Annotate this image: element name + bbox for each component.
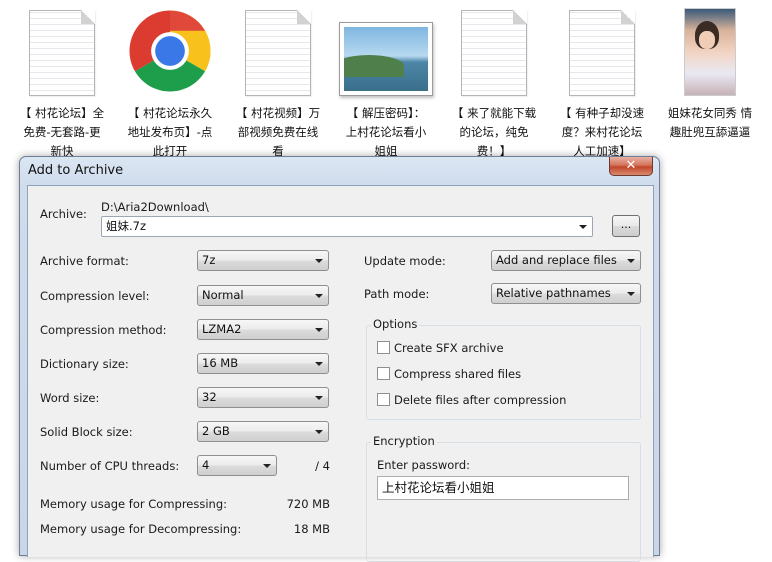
image-thumbnail-icon — [339, 22, 433, 96]
memory-compress-label: Memory usage for Compressing: — [40, 497, 228, 511]
archive-format-select[interactable]: 7z — [197, 250, 329, 271]
path-mode-label: Path mode: — [364, 287, 430, 301]
chevron-down-icon — [627, 259, 635, 263]
cpu-threads-max: / 4 — [315, 459, 330, 473]
close-button[interactable]: ✕ — [609, 157, 653, 176]
chevron-down-icon — [315, 430, 323, 434]
file-item[interactable]: 【 来了就能下载 的论坛，纯免 费！】 — [440, 0, 548, 158]
file-thumbnail — [440, 8, 548, 96]
compression-level-select[interactable]: Normal — [197, 285, 329, 306]
file-item[interactable]: 【 有种子却没速 度？来村花论坛 人工加速】 — [548, 0, 656, 158]
file-item[interactable]: 【 村花论坛】全 免费-无套路-更 新快 — [8, 0, 116, 158]
options-group-title: Options — [371, 317, 420, 331]
compress-shared-checkbox[interactable] — [377, 367, 390, 380]
chevron-down-icon — [315, 294, 323, 298]
text-document-icon — [461, 10, 527, 96]
dictionary-size-select[interactable]: 16 MB — [197, 353, 329, 374]
chevron-down-icon — [263, 464, 271, 468]
encryption-group-title: Encryption — [371, 434, 437, 448]
archive-label: Archive: — [40, 207, 87, 221]
memory-compress-value: 720 MB — [286, 497, 330, 511]
compression-method-label: Compression method: — [40, 323, 167, 337]
file-thumbnail — [116, 8, 224, 96]
file-item[interactable]: 姐妹花女同秀 情 趣肚兜互舔逼逼 — [656, 0, 764, 156]
word-size-label: Word size: — [40, 391, 100, 405]
file-label: 【 村花论坛永久 地址发布页】-点 此打开 — [127, 106, 213, 158]
create-sfx-label[interactable]: Create SFX archive — [394, 341, 504, 355]
archive-directory: D:\Aria2Download\ — [101, 200, 209, 214]
file-thumbnail — [656, 8, 764, 96]
chevron-down-icon — [315, 259, 323, 263]
archive-format-label: Archive format: — [40, 254, 129, 268]
file-label: 【 村花视频】万 部视频免费在线 看 — [235, 106, 321, 158]
file-thumbnail — [332, 8, 440, 96]
file-icon-grid: 【 村花论坛】全 免费-无套路-更 新快 【 村花论坛永久 地址发布页】-点 此… — [0, 0, 772, 158]
dialog-title: Add to Archive — [28, 163, 124, 178]
chevron-down-icon — [315, 362, 323, 366]
browse-button[interactable]: ... — [612, 215, 640, 237]
file-label: 姐妹花女同秀 情 趣肚兜互舔逼逼 — [667, 106, 753, 139]
solid-block-size-label: Solid Block size: — [40, 425, 133, 439]
compress-shared-label[interactable]: Compress shared files — [394, 367, 521, 381]
file-item[interactable]: 【 解压密码】： 上村花论坛看小 姐姐 — [332, 0, 440, 158]
file-label: 【 来了就能下载 的论坛，纯免 费！】 — [451, 106, 537, 158]
word-size-select[interactable]: 32 — [197, 387, 329, 408]
memory-decompress-value: 18 MB — [293, 522, 330, 536]
dialog-titlebar[interactable]: Add to Archive ✕ — [20, 157, 659, 185]
memory-decompress-label: Memory usage for Decompressing: — [40, 522, 242, 536]
cpu-threads-label: Number of CPU threads: — [40, 459, 180, 473]
file-thumbnail — [8, 8, 116, 96]
file-label: 【 解压密码】： 上村花论坛看小 姐姐 — [345, 106, 427, 158]
path-mode-select[interactable]: Relative pathnames — [491, 283, 641, 304]
add-to-archive-dialog: Add to Archive ✕ Archive: D:\Aria2Downlo… — [19, 156, 660, 562]
chevron-down-icon — [315, 396, 323, 400]
update-mode-select[interactable]: Add and replace files — [491, 250, 641, 271]
dictionary-size-label: Dictionary size: — [40, 357, 129, 371]
chevron-down-icon — [627, 292, 635, 296]
text-document-icon — [245, 10, 311, 96]
update-mode-label: Update mode: — [364, 254, 446, 268]
solid-block-size-select[interactable]: 2 GB — [197, 421, 329, 442]
file-thumbnail — [548, 8, 656, 96]
delete-after-checkbox[interactable] — [377, 393, 390, 406]
file-thumbnail — [224, 8, 332, 96]
chevron-down-icon — [579, 225, 587, 229]
compression-level-label: Compression level: — [40, 289, 150, 303]
close-icon: ✕ — [625, 158, 637, 173]
enter-password-label: Enter password: — [377, 458, 470, 472]
archive-name-value: 姐妹.7z — [106, 219, 147, 233]
archive-name-combobox[interactable]: 姐妹.7z — [101, 216, 593, 237]
file-label: 【 村花论坛】全 免费-无套路-更 新快 — [19, 106, 105, 158]
file-item[interactable]: 【 村花视频】万 部视频免费在线 看 — [224, 0, 332, 158]
file-item[interactable]: 【 村花论坛永久 地址发布页】-点 此打开 — [116, 0, 224, 158]
dialog-body: Archive: D:\Aria2Download\ 姐妹.7z ... Arc… — [27, 185, 654, 562]
text-document-icon — [569, 10, 635, 96]
delete-after-label[interactable]: Delete files after compression — [394, 393, 566, 407]
video-thumbnail-icon — [684, 8, 736, 96]
file-label: 【 有种子却没速 度？来村花论坛 人工加速】 — [559, 106, 645, 158]
cpu-threads-select[interactable]: 4 — [197, 455, 277, 476]
text-document-icon — [29, 10, 95, 96]
chrome-icon — [129, 10, 211, 92]
password-input[interactable]: 上村花论坛看小姐姐 — [377, 476, 629, 500]
create-sfx-checkbox[interactable] — [377, 341, 390, 354]
compression-method-select[interactable]: LZMA2 — [197, 319, 329, 340]
chevron-down-icon — [315, 328, 323, 332]
